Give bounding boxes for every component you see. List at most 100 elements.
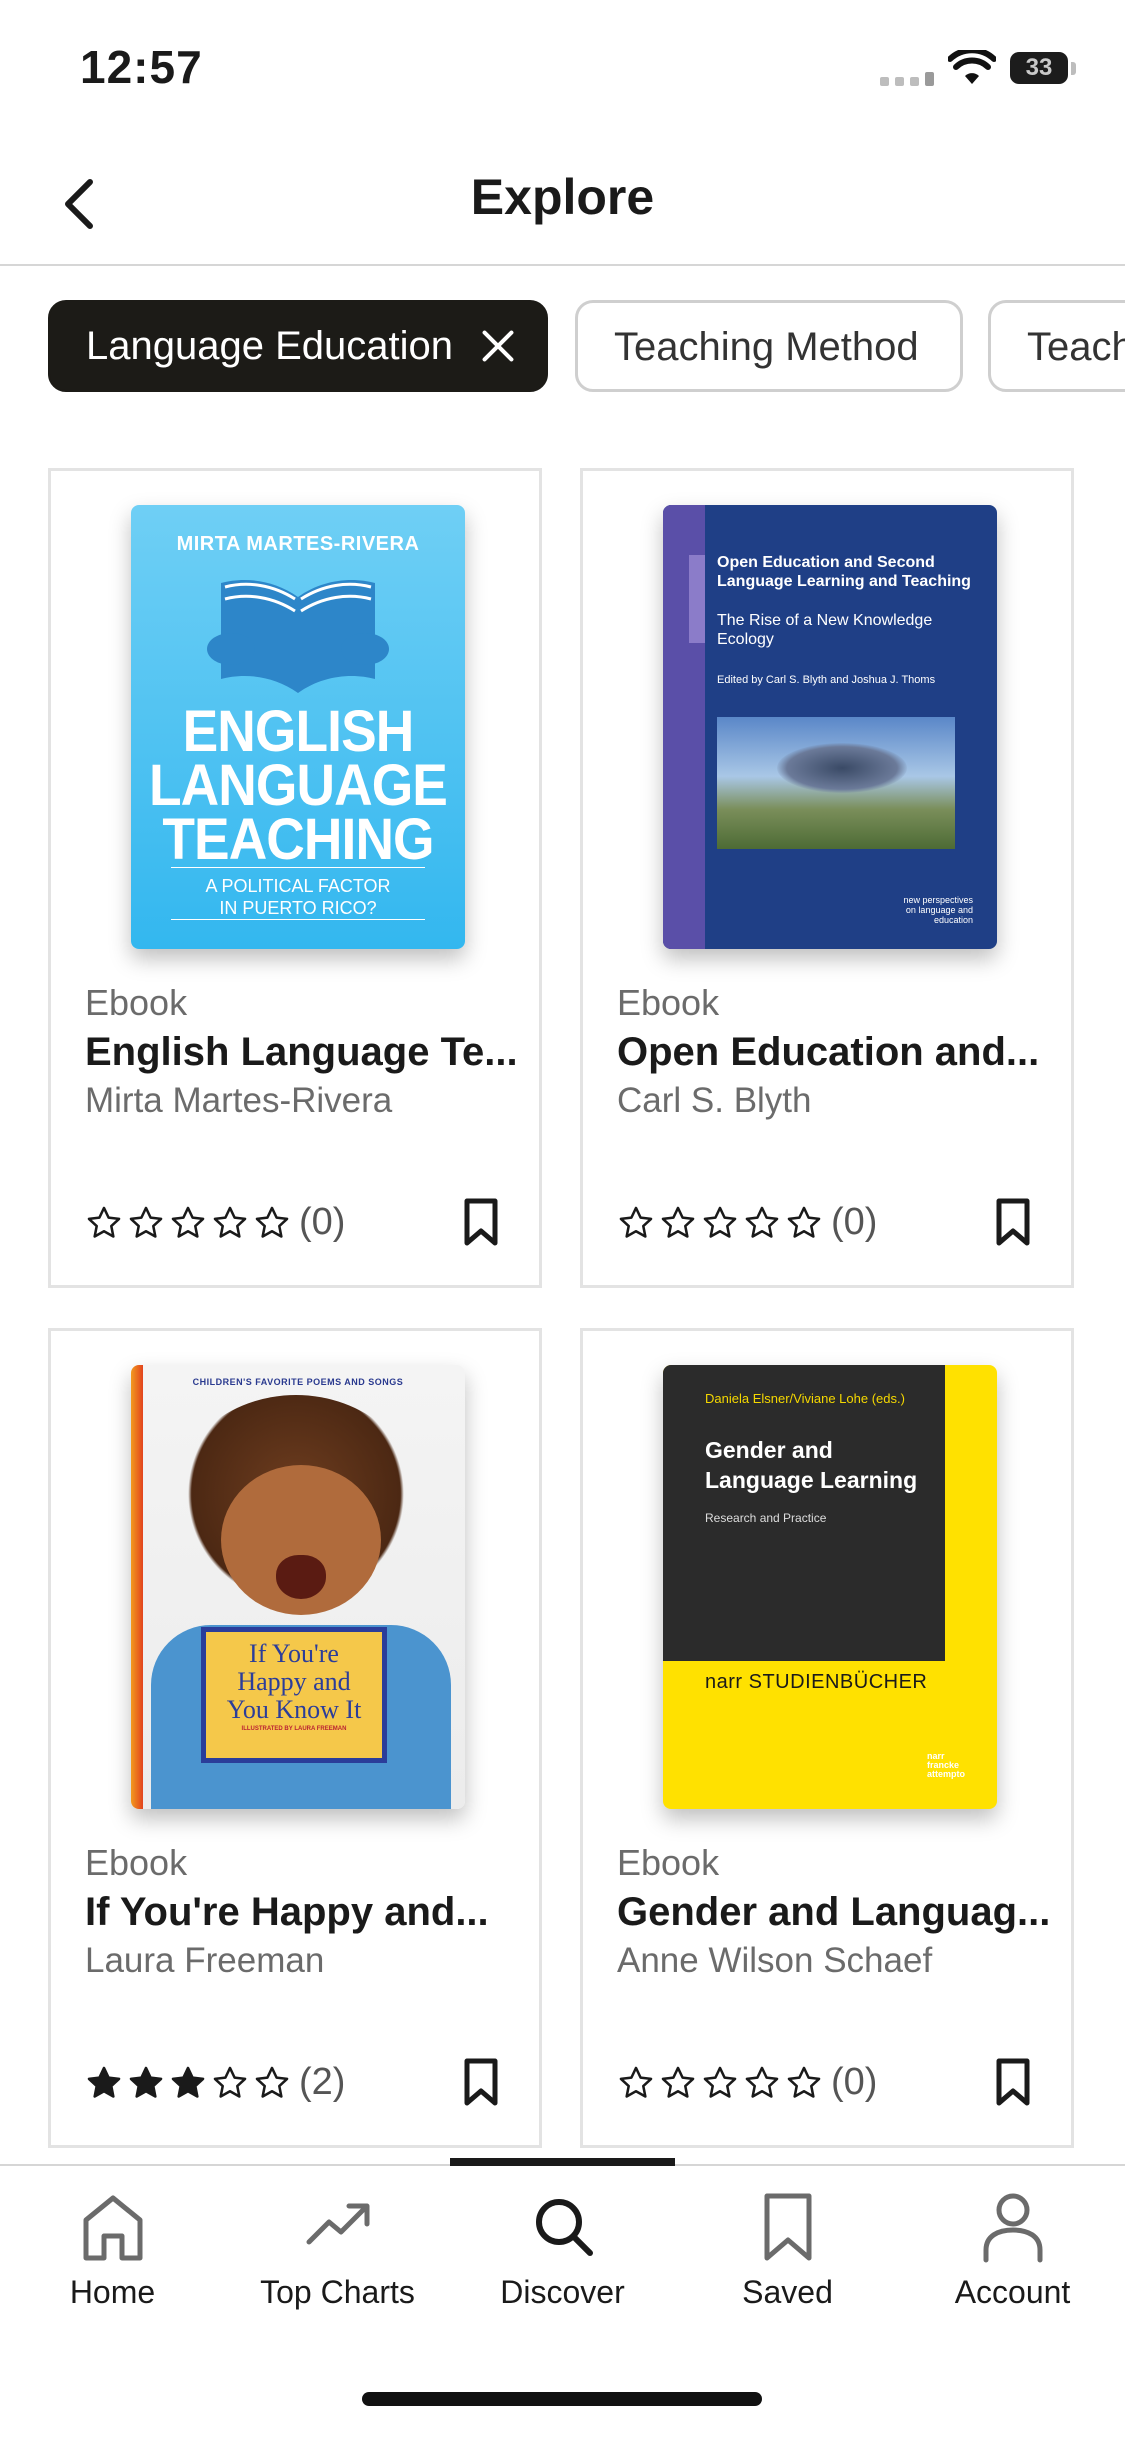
cover-subtitle: The Rise of a New Knowledge Ecology	[717, 612, 933, 648]
filter-chip-language-education[interactable]: Language Education	[48, 300, 548, 392]
star-icon	[255, 1206, 289, 1238]
book-title: If You're Happy and...	[85, 1890, 489, 1934]
book-author: Anne Wilson Schaef	[617, 1941, 933, 1980]
rating-count: (0)	[831, 1201, 878, 1243]
star-rating: (0)	[617, 2061, 877, 2104]
filter-chip-label: Teach	[1027, 325, 1125, 369]
star-icon	[129, 1206, 163, 1238]
book-type: Ebook	[85, 1842, 188, 1883]
nav-header: Explore	[0, 140, 1125, 266]
bookmark-icon	[764, 2193, 811, 2261]
star-icon	[619, 2066, 653, 2098]
filter-chips: Language Education Teaching Method Teach	[48, 300, 1125, 396]
rating-count: (0)	[831, 2061, 878, 2103]
filter-chip-label: Teaching Method	[614, 325, 919, 369]
star-filled-icon	[171, 2066, 205, 2098]
star-filled-icon	[129, 2066, 163, 2098]
star-icon	[171, 1206, 205, 1238]
rating-count: (0)	[299, 1201, 346, 1243]
tab-label: Discover	[500, 2274, 625, 2310]
status-time: 12:57	[80, 41, 203, 93]
book-title: Open Education and...	[617, 1030, 1040, 1074]
home-indicator[interactable]	[362, 2392, 762, 2406]
cover-series: new perspectives on language and educati…	[903, 895, 973, 925]
open-book-icon	[207, 579, 389, 693]
star-icon	[213, 2066, 247, 2098]
status-bar: 12:57 33	[0, 0, 1125, 140]
active-tab-indicator	[450, 2158, 675, 2166]
trending-icon	[306, 2203, 369, 2245]
book-cover[interactable]: CHILDREN'S FAVORITE POEMS AND SONGS If Y…	[131, 1365, 465, 1809]
close-icon[interactable]	[481, 329, 510, 363]
cover-editors: Daniela Elsner/Viviane Lohe (eds.)	[705, 1391, 905, 1406]
publisher-logo: narr francke attempto	[927, 1751, 965, 1779]
filter-chip-label: Language Education	[86, 324, 453, 368]
bookmark-icon[interactable]	[993, 1197, 1033, 1247]
tab-account[interactable]: Account	[900, 2190, 1125, 2311]
book-author: Carl S. Blyth	[617, 1081, 812, 1120]
book-cover[interactable]: Open Education and Second Language Learn…	[663, 505, 997, 949]
star-icon	[619, 1206, 653, 1238]
book-title: Gender and Languag...	[617, 1890, 1051, 1934]
book-card[interactable]: Open Education and Second Language Learn…	[580, 468, 1074, 1288]
cover-title: If You're Happy and You Know It ILLUSTRA…	[201, 1627, 387, 1763]
tab-label: Saved	[742, 2274, 833, 2310]
star-rating: (0)	[617, 1201, 877, 1244]
search-icon	[535, 2199, 593, 2256]
star-icon	[703, 2066, 737, 2098]
star-rating: (0)	[85, 1201, 345, 1244]
book-author: Mirta Martes-Rivera	[85, 1081, 393, 1120]
battery-level: 33	[1025, 54, 1053, 81]
star-icon	[87, 1206, 121, 1238]
bookmark-icon[interactable]	[993, 2057, 1033, 2107]
page-title: Explore	[470, 169, 655, 225]
cover-editors: Edited by Carl S. Blyth and Joshua J. Th…	[717, 674, 936, 686]
book-cover[interactable]: MIRTA MARTES-RIVERA ENGLISH LANGUAGE TEA…	[131, 505, 465, 949]
cover-title: ENGLISH LANGUAGE TEACHING	[149, 699, 448, 872]
cover-subtitle: A POLITICAL FACTOR IN PUERTO RICO?	[205, 876, 391, 918]
battery-cap	[1071, 62, 1076, 75]
filter-chip-teach[interactable]: Teach	[988, 300, 1125, 392]
rating-count: (2)	[299, 2061, 346, 2103]
star-filled-icon	[87, 2066, 121, 2098]
cover-title: Gender and Language Learning	[705, 1437, 918, 1493]
tab-home[interactable]: Home	[0, 2190, 225, 2311]
star-icon	[745, 2066, 779, 2098]
cover-title: Open Education and Second Language Learn…	[717, 554, 971, 590]
cover-author: MIRTA MARTES-RIVERA	[176, 533, 420, 555]
book-type: Ebook	[617, 982, 720, 1023]
star-icon	[661, 2066, 695, 2098]
star-icon	[213, 1206, 247, 1238]
bookmark-icon[interactable]	[461, 1197, 501, 1247]
battery-icon: 33	[1010, 52, 1068, 84]
star-icon	[703, 1206, 737, 1238]
book-card[interactable]: Daniela Elsner/Viviane Lohe (eds.) Gende…	[580, 1328, 1074, 2148]
signal-icon	[880, 72, 934, 86]
tab-label: Top Charts	[260, 2274, 415, 2310]
cover-subtitle: Research and Practice	[705, 1511, 827, 1525]
star-icon	[661, 1206, 695, 1238]
book-author: Laura Freeman	[85, 1941, 325, 1980]
tab-top-charts[interactable]: Top Charts	[225, 2190, 450, 2311]
star-rating: (2)	[85, 2061, 345, 2104]
cover-photo	[717, 717, 955, 849]
person-icon	[983, 2193, 1042, 2263]
book-type: Ebook	[617, 1842, 720, 1883]
star-icon	[255, 2066, 289, 2098]
star-icon	[787, 1206, 821, 1238]
star-icon	[787, 2066, 821, 2098]
book-title: English Language Te...	[85, 1030, 518, 1074]
home-icon	[83, 2195, 142, 2261]
book-card[interactable]: MIRTA MARTES-RIVERA ENGLISH LANGUAGE TEA…	[48, 468, 542, 1288]
book-cover[interactable]: Daniela Elsner/Viviane Lohe (eds.) Gende…	[663, 1365, 997, 1809]
filter-chip-teaching-method[interactable]: Teaching Method	[575, 300, 963, 392]
tab-discover[interactable]: Discover	[450, 2190, 675, 2311]
book-type: Ebook	[85, 982, 188, 1023]
tab-saved[interactable]: Saved	[675, 2190, 900, 2311]
star-icon	[745, 1206, 779, 1238]
cover-illustrator: ILLUSTRATED BY LAURA FREEMAN	[241, 1726, 347, 1732]
book-card[interactable]: CHILDREN'S FAVORITE POEMS AND SONGS If Y…	[48, 1328, 542, 2148]
bookmark-icon[interactable]	[461, 2057, 501, 2107]
cover-banner: CHILDREN'S FAVORITE POEMS AND SONGS	[192, 1377, 404, 1387]
cover-publisher: narr STUDIENBÜCHER	[705, 1671, 928, 1693]
